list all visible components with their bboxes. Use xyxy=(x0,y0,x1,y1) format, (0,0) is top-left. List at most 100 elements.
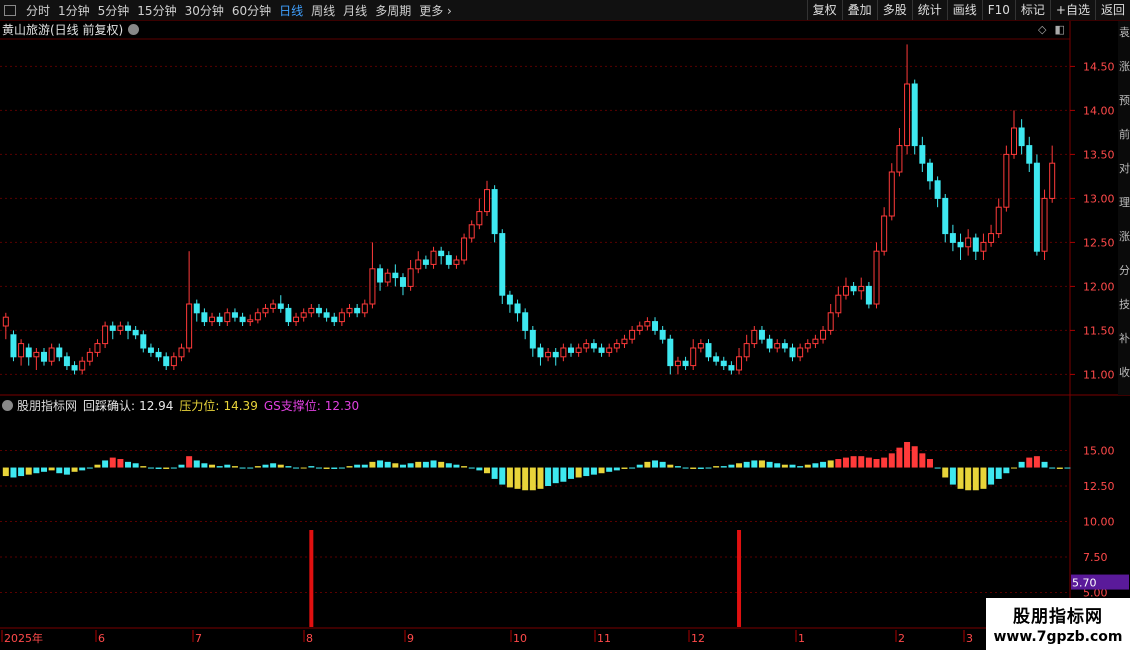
indicator-bar xyxy=(186,456,193,468)
candle-body xyxy=(346,307,353,314)
candle-body xyxy=(690,347,697,367)
indicator-bar xyxy=(514,467,521,489)
indicator-current-tag: 5.70 xyxy=(1072,577,1097,590)
indicator-bar xyxy=(41,467,48,472)
indicator-bar xyxy=(873,459,880,468)
indicator-bar xyxy=(506,467,513,488)
indicator-bar xyxy=(216,466,223,468)
indicator-bar xyxy=(858,456,865,468)
candle-body xyxy=(590,343,597,349)
right-strip-text: 理 xyxy=(1119,196,1130,209)
candle-body xyxy=(751,329,758,345)
candle-body xyxy=(415,259,422,270)
watermark-url: www.7gpzb.com xyxy=(993,629,1123,645)
indicator-bar xyxy=(552,467,559,484)
candle-body xyxy=(86,351,93,362)
price-tick-label: 14.00 xyxy=(1083,104,1115,117)
indicator-bar xyxy=(117,459,124,468)
candle-body xyxy=(888,171,895,217)
indicator-bar xyxy=(835,459,842,468)
indicator-bar xyxy=(850,456,857,468)
candle-body xyxy=(697,343,704,349)
candle-body xyxy=(155,351,162,358)
candle-body xyxy=(369,268,376,305)
candle-body xyxy=(308,307,315,314)
indicator-bar xyxy=(1026,457,1033,468)
indicator-bar xyxy=(415,461,422,468)
indicator-bar xyxy=(644,461,651,468)
candle-body xyxy=(705,343,712,358)
indicator-bar xyxy=(736,463,743,468)
candle-body xyxy=(781,343,788,349)
candle-body xyxy=(262,307,269,314)
xaxis-label: 1 xyxy=(798,632,805,645)
candle-body xyxy=(621,338,628,345)
candle-body xyxy=(812,338,819,345)
candle-body xyxy=(63,356,70,367)
candle-body xyxy=(926,162,933,182)
candle-body xyxy=(56,347,63,358)
indicator-bar xyxy=(239,467,246,469)
indicator-bar xyxy=(522,467,529,491)
xaxis-label: 8 xyxy=(306,632,313,645)
indicator-bar xyxy=(972,467,979,491)
indicator-bar xyxy=(392,463,399,468)
indicator-bar xyxy=(140,466,147,468)
indicator-bar xyxy=(293,467,300,469)
kline-chart[interactable]: 14.50 14.00 13.50 13.00 12.50 12.00 11.50 11.00… xyxy=(0,0,1130,650)
right-strip-text: 预 xyxy=(1119,94,1130,107)
indicator-bar xyxy=(598,467,605,474)
candle-body xyxy=(980,241,987,252)
indicator-bar xyxy=(247,467,254,469)
candle-body xyxy=(1049,162,1056,199)
indicator-bar xyxy=(445,463,452,468)
xaxis-label: 11 xyxy=(597,632,611,645)
indicator-tick-label: 12.50 xyxy=(1083,480,1115,493)
indicator-bar xyxy=(705,467,712,469)
indicator-bar xyxy=(422,461,429,468)
candle-body xyxy=(774,343,781,349)
candle-body xyxy=(865,285,872,305)
right-strip-text: 涨 xyxy=(1119,230,1130,243)
xaxis-label: 7 xyxy=(195,632,202,645)
right-strip-text: 补 xyxy=(1119,332,1130,345)
indicator-bar xyxy=(399,464,406,468)
indicator-bar xyxy=(758,460,765,468)
indicator-bar xyxy=(781,464,788,468)
candle-body xyxy=(201,312,208,323)
indicator-bar xyxy=(682,467,689,469)
indicator-bar xyxy=(315,467,322,469)
indicator-bar xyxy=(461,466,468,468)
indicator-bar xyxy=(911,446,918,468)
indicator-bar xyxy=(1064,467,1071,469)
indicator-bar xyxy=(904,441,911,468)
candle-body xyxy=(445,255,452,265)
candle-body xyxy=(2,316,9,327)
candle-body xyxy=(216,316,223,323)
candle-body xyxy=(468,224,475,239)
indicator-bar xyxy=(606,467,613,472)
candle-body xyxy=(399,277,406,287)
indicator-bar xyxy=(613,467,620,471)
candle-body xyxy=(514,303,521,314)
price-tick-label: 14.50 xyxy=(1083,60,1115,73)
indicator-bar xyxy=(277,464,284,468)
indicator-bar xyxy=(667,464,674,468)
indicator-bar xyxy=(33,467,40,474)
indicator-bar xyxy=(674,466,681,468)
signal-bar xyxy=(309,530,314,627)
candle-body xyxy=(178,347,185,358)
candle-body xyxy=(170,356,177,367)
indicator-bar xyxy=(568,467,575,479)
candle-body xyxy=(522,312,529,331)
candle-body xyxy=(537,347,544,358)
candle-body xyxy=(1018,127,1025,147)
indicator-bar xyxy=(1041,461,1048,468)
candle-body xyxy=(422,259,429,265)
indicator-bar xyxy=(820,461,827,468)
watermark-title: 股朋指标网 xyxy=(1013,607,1103,627)
indicator-bar xyxy=(499,467,506,485)
xaxis-label: 2025年 xyxy=(4,631,43,645)
candle-body xyxy=(965,237,972,248)
candle-body xyxy=(636,325,643,331)
